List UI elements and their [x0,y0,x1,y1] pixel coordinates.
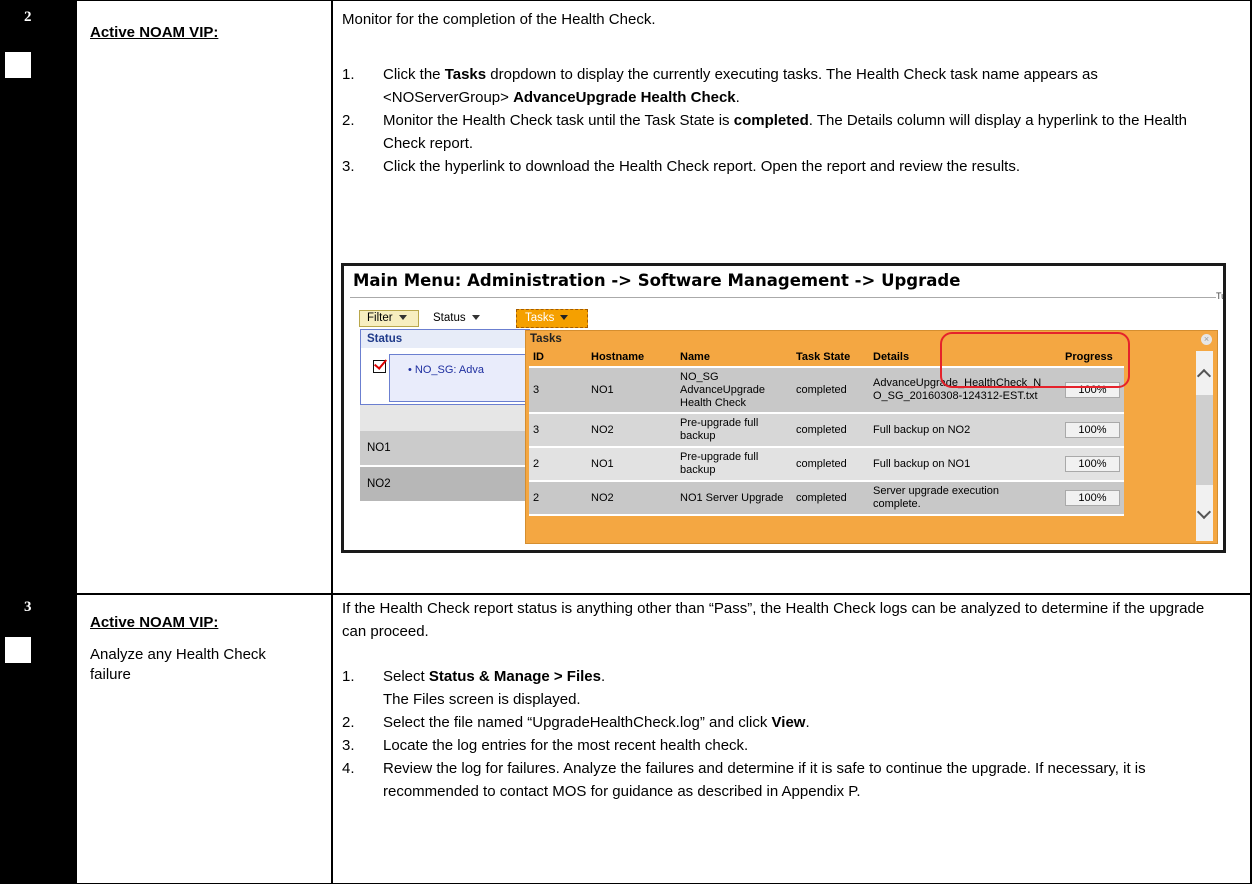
progress-bar: 100% [1065,456,1120,472]
table-row: 2 NO2 NO1 Server Upgrade completed Serve… [529,481,1124,516]
list-text: Select the file named “UpgradeHealthChec… [383,714,810,731]
close-icon[interactable]: × [1201,334,1212,345]
list-text: Review the log for failures. Analyze the… [383,760,1146,800]
cell-state: completed [792,447,869,482]
column-header[interactable]: ID [529,348,587,368]
step-note: Analyze any Health Check failure [90,646,266,683]
list-number: 3. [342,737,355,754]
vertical-scrollbar[interactable] [1196,351,1213,541]
cell-host: NO2 [587,413,676,448]
column-header[interactable]: Task State [792,348,869,368]
step-checkbox[interactable] [5,637,31,663]
status-button[interactable]: Status [433,310,480,327]
divider [0,593,1252,595]
chevron-down-icon [398,315,407,321]
list-text: Click the Tasks dropdown to display the … [383,66,1098,106]
list-number: 2. [342,112,355,129]
list-text: Click the hyperlink to download the Heal… [383,158,1021,175]
list-number: 4. [342,760,355,777]
list-text: Monitor the Health Check task until the … [383,112,1187,152]
tasks-popup-title: Tasks [530,333,562,345]
cell-details: Full backup on NO2 [869,413,1061,448]
step-number: 3 [24,599,32,615]
cell-host: NO1 [587,367,676,414]
side-letter: T [1225,374,1226,386]
title-rule [350,297,1216,298]
cell-state: completed [792,367,869,414]
upgrade-screenshot: Main Menu: Administration -> Software Ma… [341,263,1226,553]
list-number: 1. [342,668,355,685]
step-checkbox[interactable] [5,52,31,78]
list-number: 3. [342,158,355,175]
chevron-down-icon[interactable] [1196,504,1212,520]
step-role: Active NOAM VIP: [90,614,219,631]
status-panel: Status • NO_SG: Adva [360,329,530,405]
cell-host: NO1 [587,447,676,482]
cell-progress: 100% [1061,413,1124,448]
chevron-down-icon [560,315,569,321]
filter-button[interactable]: Filter [359,310,419,327]
cell-details: Server upgrade execution complete. [869,481,1061,516]
cell-id: 3 [529,367,587,414]
column-header[interactable]: Hostname [587,348,676,368]
progress-bar: 100% [1065,490,1120,506]
bg-row-no2: NO2 [360,467,535,501]
step-intro: Monitor for the completion of the Health… [342,11,656,28]
cell-id: 2 [529,481,587,516]
highlight-annotation [940,332,1130,388]
cell-host: NO2 [587,481,676,516]
step-intro: If the Health Check report status is any… [342,600,1205,640]
step-number: 2 [24,9,32,25]
step-column [0,0,76,884]
cell-progress: 100% [1061,481,1124,516]
cell-progress: 100% [1061,447,1124,482]
step-role: Active NOAM VIP: [90,24,219,41]
progress-bar: 100% [1065,422,1120,438]
status-item[interactable]: • NO_SG: Adva [389,354,529,402]
list-number: 1. [342,66,355,83]
cell-name: NO1 Server Upgrade [676,481,792,516]
cell-name: NO_SG AdvanceUpgrade Health Check [676,367,792,414]
divider [0,0,1252,1]
tasks-button[interactable]: Tasks [516,309,588,328]
cell-state: completed [792,413,869,448]
cell-details: Full backup on NO1 [869,447,1061,482]
chevron-down-icon [471,315,480,321]
divider [76,0,77,884]
screen-title: Main Menu: Administration -> Software Ma… [353,271,961,290]
cell-id: 3 [529,413,587,448]
cell-id: 2 [529,447,587,482]
column-header[interactable]: Name [676,348,792,368]
list-number: 2. [342,714,355,731]
edge-text: Tu [1216,291,1226,301]
side-letter: s [1225,392,1226,404]
status-panel-header: Status [361,330,529,348]
chevron-up-icon[interactable] [1196,368,1212,384]
list-text: Select Status & Manage > Files. The Files… [383,668,606,708]
bg-row [360,403,535,431]
table-row: 2 NO1 Pre-upgrade full backup completed … [529,447,1124,482]
cell-state: completed [792,481,869,516]
checkbox-checked-icon[interactable] [373,360,386,373]
bg-row-no1: NO1 [360,431,535,465]
list-text: Locate the log entries for the most rece… [383,737,749,754]
cell-name: Pre-upgrade full backup [676,447,792,482]
table-row: 3 NO2 Pre-upgrade full backup completed … [529,413,1124,448]
cell-name: Pre-upgrade full backup [676,413,792,448]
procedure-table: 2 Active NOAM VIP: Monitor for the compl… [0,0,1252,884]
scrollbar-thumb[interactable] [1196,395,1213,485]
divider [331,0,333,884]
